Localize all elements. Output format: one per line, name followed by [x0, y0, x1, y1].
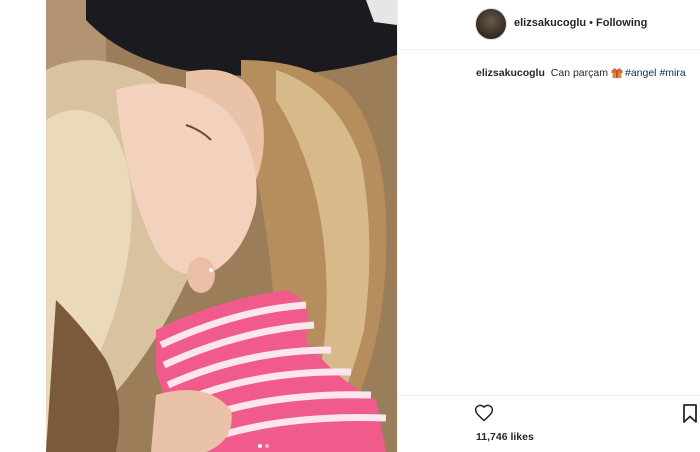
- carousel-indicator: [258, 444, 269, 448]
- separator-dot: •: [589, 17, 593, 29]
- left-gutter: [0, 0, 46, 452]
- post-photo[interactable]: [46, 0, 397, 452]
- photo-illustration: [46, 0, 397, 452]
- bookmark-icon[interactable]: [682, 404, 698, 423]
- gift-box-icon: [611, 68, 623, 78]
- carousel-dot-active: [258, 444, 262, 448]
- following-button[interactable]: Following: [596, 17, 647, 29]
- action-divider: [398, 395, 700, 396]
- hashtag-mira[interactable]: #mira: [659, 67, 685, 79]
- likes-count[interactable]: 11,746 likes: [476, 431, 534, 443]
- instagram-post-view: elizsakucoglu • Following elizsakucoglu Ca…: [0, 0, 700, 452]
- username-link[interactable]: elizsakucoglu: [514, 17, 586, 29]
- caption: elizsakucoglu Can parçam #angel #mira: [476, 66, 696, 80]
- carousel-dot: [265, 444, 269, 448]
- caption-text: Can parçam: [550, 67, 608, 79]
- post-side-panel: elizsakucoglu • Following elizsakucoglu Ca…: [397, 0, 700, 452]
- post-header-text: elizsakucoglu • Following: [514, 17, 647, 29]
- heart-icon[interactable]: [474, 403, 494, 423]
- hashtag-angel[interactable]: #angel: [625, 67, 657, 79]
- caption-username[interactable]: elizsakucoglu: [476, 67, 545, 79]
- avatar[interactable]: [475, 8, 507, 40]
